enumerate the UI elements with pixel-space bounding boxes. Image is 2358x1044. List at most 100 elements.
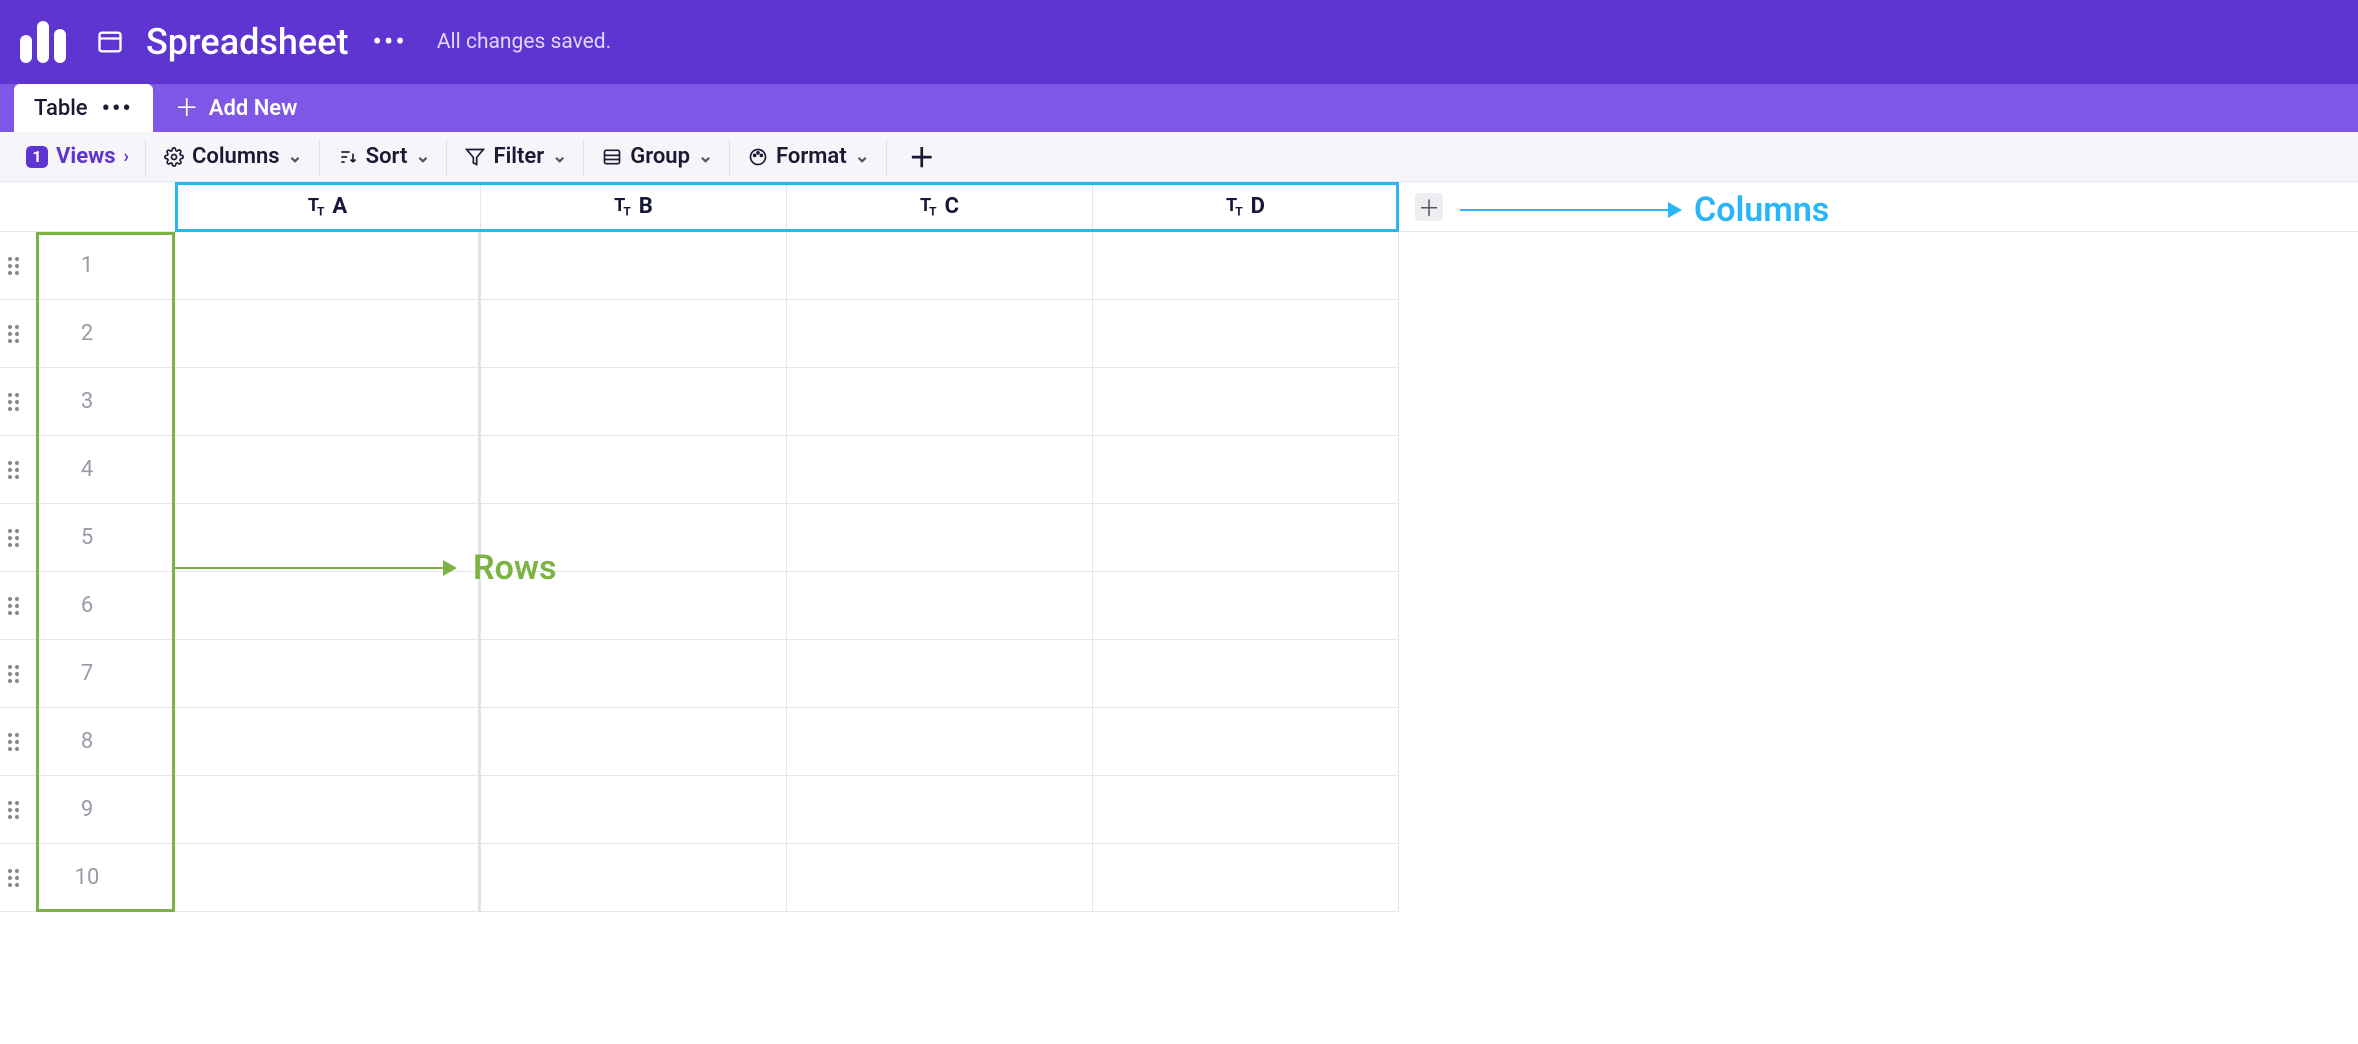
cell[interactable] — [175, 844, 481, 912]
tab-table[interactable]: Table ••• — [14, 84, 153, 132]
cell[interactable] — [1093, 844, 1399, 912]
cell[interactable] — [175, 708, 481, 776]
row-header[interactable]: 6 — [0, 572, 175, 640]
row-header[interactable]: 7 — [0, 640, 175, 708]
cell[interactable] — [481, 776, 787, 844]
text-type-icon: TT — [920, 195, 935, 219]
row-header[interactable]: 2 — [0, 300, 175, 368]
column-header[interactable]: TT D — [1093, 182, 1399, 232]
row-header[interactable]: 4 — [0, 436, 175, 504]
row-header[interactable]: 3 — [0, 368, 175, 436]
column-header[interactable]: TT A — [175, 182, 481, 232]
column-header[interactable]: TT B — [481, 182, 787, 232]
cell[interactable] — [481, 368, 787, 436]
save-status: All changes saved. — [437, 30, 611, 54]
plus-icon: ＋ — [1418, 191, 1440, 223]
cell[interactable] — [787, 436, 1093, 504]
header-more-icon[interactable]: ••• — [372, 28, 406, 56]
cell[interactable] — [787, 776, 1093, 844]
cell[interactable] — [481, 436, 787, 504]
cell[interactable] — [1093, 776, 1399, 844]
drag-handle-icon[interactable] — [8, 461, 19, 479]
cell[interactable] — [481, 640, 787, 708]
row-header[interactable]: 1 — [0, 232, 175, 300]
group-button[interactable]: Group ⌄ — [586, 139, 730, 175]
drag-handle-icon[interactable] — [8, 733, 19, 751]
drag-handle-icon[interactable] — [8, 665, 19, 683]
cell[interactable] — [1093, 436, 1399, 504]
views-count-badge: 1 — [26, 146, 48, 168]
cell[interactable] — [1093, 232, 1399, 300]
cell[interactable] — [481, 708, 787, 776]
page-title[interactable]: Spreadsheet — [146, 21, 348, 63]
empty-space — [1459, 776, 2358, 844]
empty-space — [1399, 572, 1459, 640]
cell[interactable] — [787, 708, 1093, 776]
empty-space — [1399, 844, 1459, 912]
cell[interactable] — [481, 300, 787, 368]
cell[interactable] — [175, 232, 481, 300]
row-header[interactable]: 10 — [0, 844, 175, 912]
row-number: 1 — [0, 253, 174, 278]
column-label: C — [945, 194, 959, 219]
group-label: Group — [630, 144, 690, 169]
text-type-icon: TT — [614, 195, 629, 219]
cell[interactable] — [1093, 640, 1399, 708]
cell[interactable] — [175, 436, 481, 504]
cell[interactable] — [175, 300, 481, 368]
chevron-down-icon: ⌄ — [552, 146, 567, 167]
views-button[interactable]: 1 Views › — [10, 139, 146, 175]
cell[interactable] — [787, 368, 1093, 436]
cell[interactable] — [787, 844, 1093, 912]
row-header[interactable]: 9 — [0, 776, 175, 844]
empty-space — [1399, 504, 1459, 572]
cell[interactable] — [787, 504, 1093, 572]
cell[interactable] — [481, 504, 787, 572]
text-type-icon: TT — [308, 195, 323, 219]
add-new-button[interactable]: ＋ Add New — [153, 84, 320, 132]
cell[interactable] — [481, 232, 787, 300]
format-button[interactable]: Format ⌄ — [732, 139, 887, 175]
cell[interactable] — [787, 572, 1093, 640]
drag-handle-icon[interactable] — [8, 325, 19, 343]
empty-space — [1399, 368, 1459, 436]
add-column-cell: ＋ — [1399, 182, 1459, 232]
empty-space — [1459, 368, 2358, 436]
cell[interactable] — [1093, 708, 1399, 776]
cell[interactable] — [175, 640, 481, 708]
cell[interactable] — [175, 368, 481, 436]
columns-button[interactable]: Columns ⌄ — [148, 139, 320, 175]
sort-button[interactable]: Sort ⌄ — [322, 139, 448, 175]
toolbar-add-button[interactable]: ＋ — [889, 139, 955, 175]
cell[interactable] — [1093, 504, 1399, 572]
cell[interactable] — [1093, 368, 1399, 436]
drag-handle-icon[interactable] — [8, 257, 19, 275]
cell[interactable] — [481, 844, 787, 912]
drag-handle-icon[interactable] — [8, 529, 19, 547]
cell[interactable] — [175, 572, 481, 640]
drag-handle-icon[interactable] — [8, 597, 19, 615]
text-type-icon: TT — [1226, 195, 1241, 219]
drag-handle-icon[interactable] — [8, 393, 19, 411]
row-number: 5 — [0, 525, 174, 550]
filter-button[interactable]: Filter ⌄ — [449, 139, 584, 175]
row-header[interactable]: 8 — [0, 708, 175, 776]
cell[interactable] — [1093, 572, 1399, 640]
cell[interactable] — [175, 504, 481, 572]
empty-space — [1459, 844, 2358, 912]
cell[interactable] — [175, 776, 481, 844]
drag-handle-icon[interactable] — [8, 869, 19, 887]
row-header[interactable]: 5 — [0, 504, 175, 572]
cell[interactable] — [787, 300, 1093, 368]
empty-space — [1459, 300, 2358, 368]
empty-space — [1399, 776, 1459, 844]
cell[interactable] — [787, 640, 1093, 708]
add-column-button[interactable]: ＋ — [1415, 193, 1443, 221]
chevron-right-icon: › — [124, 146, 129, 167]
cell[interactable] — [481, 572, 787, 640]
cell[interactable] — [787, 232, 1093, 300]
tab-more-icon[interactable]: ••• — [102, 96, 133, 120]
drag-handle-icon[interactable] — [8, 801, 19, 819]
cell[interactable] — [1093, 300, 1399, 368]
column-header[interactable]: TT C — [787, 182, 1093, 232]
